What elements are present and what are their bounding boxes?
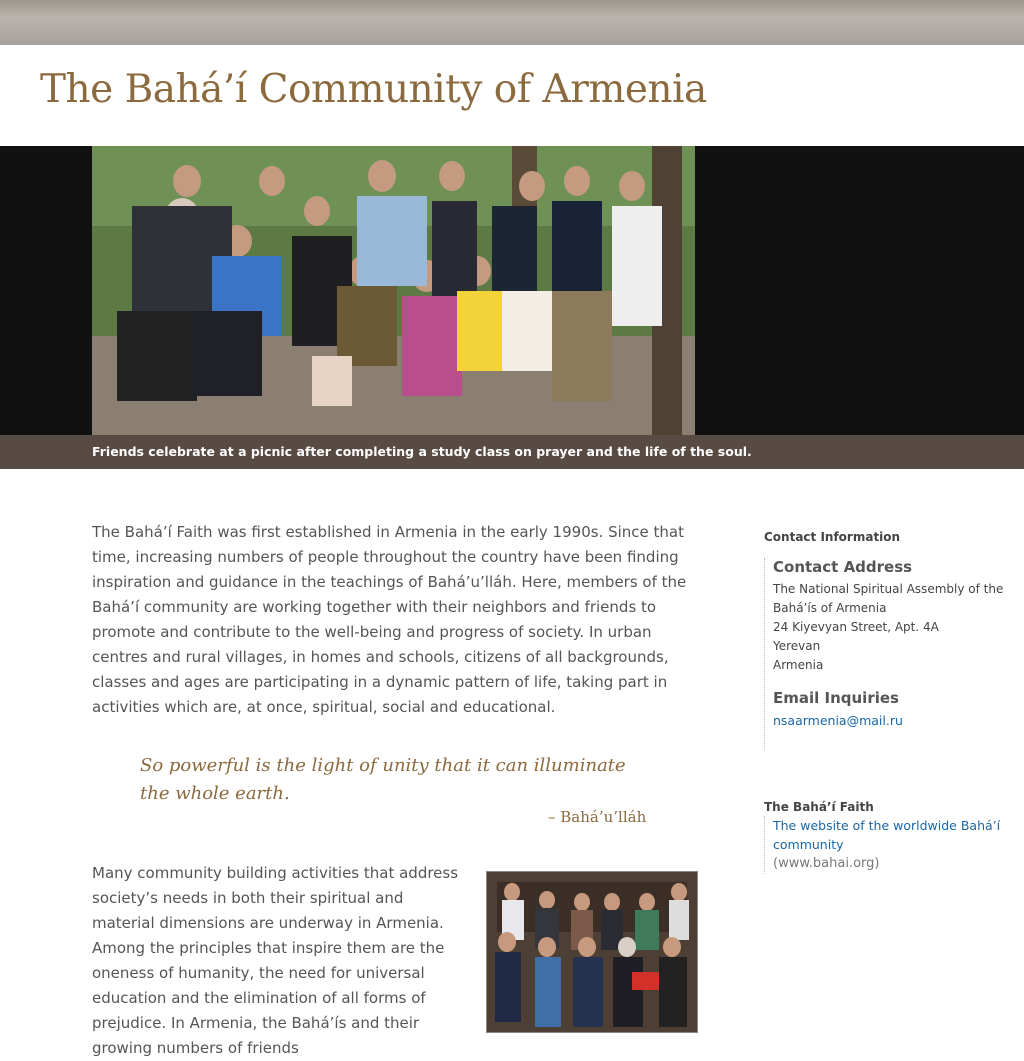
site-title[interactable]: The Bahá’í Community of Armenia (40, 67, 707, 112)
hero-photo (92, 146, 695, 435)
bahai-faith-heading: The Bahá’í Faith (764, 800, 874, 814)
pull-quote: So powerful is the light of unity that i… (140, 755, 626, 804)
sidebar: Contact Information Contact Address The … (764, 530, 1004, 874)
caption-bar: Friends celebrate at a picnic after comp… (0, 435, 1024, 469)
bahai-url: (www.bahai.org) (773, 856, 880, 871)
community-photo (486, 871, 698, 1033)
community-photo-illustration (487, 872, 697, 1032)
quote-attribution: – Bahá’u’lláh (548, 808, 647, 826)
top-decorative-bar (0, 0, 1024, 45)
address-line: 24 Kiyevyan Street, Apt. 4A (773, 620, 939, 634)
hero-banner (0, 146, 1024, 435)
email-inquiries-title: Email Inquiries (773, 689, 899, 707)
contact-address-title: Contact Address (773, 558, 913, 576)
address-line: Armenia (773, 658, 824, 672)
address-line: The National Spiritual Assembly of the B… (773, 582, 1004, 615)
main-content: The Bahá’í Faith was first established i… (92, 520, 692, 720)
email-link[interactable]: nsaarmenia@mail.ru (773, 711, 1004, 730)
contact-box: Contact Address The National Spiritual A… (764, 558, 1004, 750)
contact-info-heading: Contact Information (764, 530, 901, 544)
intro-paragraph: The Bahá’í Faith was first established i… (92, 523, 687, 716)
hero-caption: Friends celebrate at a picnic after comp… (92, 444, 752, 459)
bahai-website-link[interactable]: The website of the worldwide Bahá’í comm… (773, 816, 1004, 854)
faith-box: The website of the worldwide Bahá’í comm… (764, 816, 1004, 874)
second-paragraph: Many community building activities that … (92, 864, 459, 1057)
address-line: Yerevan (773, 639, 821, 653)
site-header: The Bahá’í Community of Armenia (0, 45, 1024, 146)
group-photo-illustration (92, 146, 695, 435)
